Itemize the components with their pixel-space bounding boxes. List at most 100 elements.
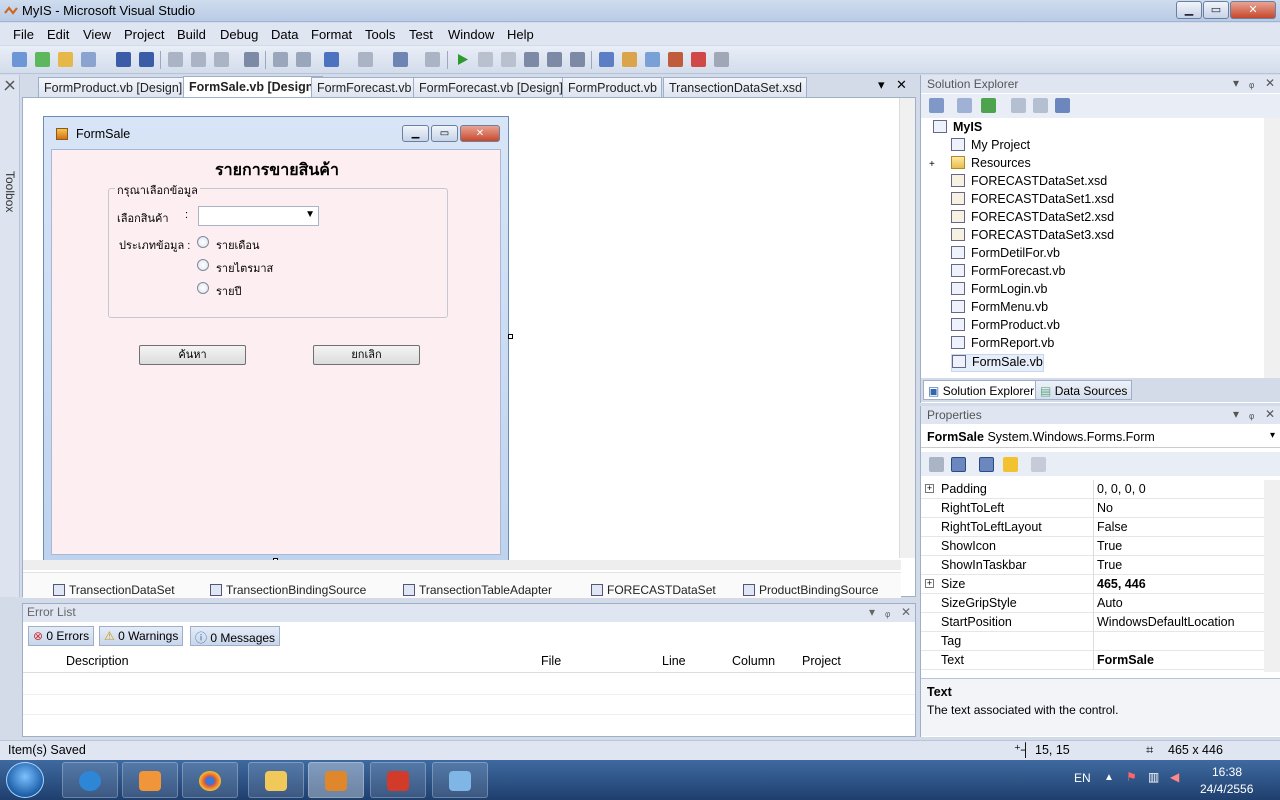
solution-tree-scrollbar[interactable] — [1264, 118, 1280, 378]
copy-icon[interactable] — [191, 52, 206, 67]
tray-item[interactable]: FORECASTDataSet — [591, 583, 716, 597]
chevron-down-icon[interactable]: ▾ — [1270, 430, 1275, 441]
add-item-icon[interactable] — [35, 52, 50, 67]
new-project-icon[interactable] — [12, 52, 27, 67]
property-row[interactable]: + Size 465, 446 — [921, 575, 1265, 594]
errors-filter-button[interactable]: ⊗ 0 Errors — [28, 626, 95, 646]
toolbox-strip[interactable]: Toolbox — [0, 75, 20, 597]
property-value[interactable]: Auto — [1097, 596, 1123, 610]
cancel-button[interactable]: ยกเลิก — [313, 345, 420, 365]
expand-icon[interactable]: + — [925, 484, 934, 493]
start-debugging-icon[interactable] — [455, 52, 470, 67]
tab-dropdown-icon[interactable]: ▾ — [878, 77, 885, 93]
navigate-forward-icon[interactable] — [425, 52, 440, 67]
refresh-icon[interactable] — [981, 98, 996, 113]
view-designer-icon[interactable] — [1033, 98, 1048, 113]
property-value[interactable]: False — [1097, 520, 1128, 534]
expand-icon[interactable]: + — [929, 159, 939, 170]
undo-icon[interactable] — [324, 52, 339, 67]
error-list-icon[interactable] — [691, 52, 706, 67]
clock-time[interactable]: 16:38 — [1212, 765, 1242, 779]
tray-item[interactable]: TransectionBindingSource — [210, 583, 366, 597]
form-heading[interactable]: รายการขายสินค้า — [52, 158, 502, 183]
data-type-label[interactable]: ประเภทข้อมูล : — [119, 236, 190, 254]
property-value[interactable]: True — [1097, 558, 1122, 572]
messages-filter-button[interactable]: ⓘ 0 Messages — [190, 626, 281, 646]
tab-formsale-design[interactable]: FormSale.vb [Design] — [183, 76, 323, 97]
solution-explorer-icon[interactable] — [599, 52, 614, 67]
show-all-files-icon[interactable] — [957, 98, 972, 113]
cut-icon[interactable] — [168, 52, 183, 67]
search-button[interactable]: ค้นหา — [139, 345, 246, 365]
media-player-taskbar-button[interactable] — [122, 762, 178, 798]
pane-dropdown-icon[interactable]: ▾ — [1233, 407, 1239, 421]
tab-formproduct-code[interactable]: FormProduct.vb — [562, 77, 662, 97]
menu-test[interactable]: Test — [409, 27, 433, 42]
open-file-icon[interactable] — [58, 52, 73, 67]
property-row[interactable]: StartPosition WindowsDefaultLocation — [921, 613, 1265, 632]
paste-icon[interactable] — [214, 52, 229, 67]
navigate-backward-icon[interactable] — [393, 52, 408, 67]
tree-item[interactable]: FORECASTDataSet3.xsd — [951, 228, 1114, 246]
tree-item[interactable]: FORECASTDataSet.xsd — [951, 174, 1107, 192]
warnings-filter-button[interactable]: ⚠ 0 Warnings — [99, 626, 184, 646]
pane-dropdown-icon[interactable]: ▾ — [1233, 76, 1239, 90]
menu-project[interactable]: Project — [124, 27, 164, 42]
menu-format[interactable]: Format — [311, 27, 352, 42]
tray-item[interactable]: TransectionTableAdapter — [403, 583, 552, 597]
object-browser-icon[interactable] — [645, 52, 660, 67]
tab-formproduct-design[interactable]: FormProduct.vb [Design] — [38, 77, 188, 97]
menu-help[interactable]: Help — [507, 27, 534, 42]
clock-date[interactable]: 24/4/2556 — [1200, 782, 1253, 796]
pin-icon[interactable]: ᵩ — [885, 605, 890, 619]
tree-item[interactable]: My Project — [951, 138, 1030, 156]
minimize-button[interactable]: ▁ — [1176, 1, 1202, 19]
radio-monthly[interactable] — [197, 236, 209, 248]
resize-handle-right[interactable] — [508, 334, 513, 339]
tree-item[interactable]: + Resources — [929, 156, 1031, 174]
property-row[interactable]: ShowInTaskbar True — [921, 556, 1265, 575]
close-button[interactable]: ✕ — [1230, 1, 1276, 19]
property-row[interactable]: RightToLeftLayout False — [921, 518, 1265, 537]
menu-build[interactable]: Build — [177, 27, 206, 42]
tree-item[interactable]: FormReport.vb — [951, 336, 1054, 354]
property-value[interactable]: 0, 0, 0, 0 — [1097, 482, 1146, 496]
designer-surface[interactable]: FormSale ▁ ▭ ✕ รายการขายสินค้า กรุณาเลือ… — [22, 97, 916, 598]
pin-icon[interactable]: ᵩ — [1249, 76, 1254, 90]
property-row[interactable]: Text FormSale — [921, 651, 1265, 670]
form-client-area[interactable]: รายการขายสินค้า กรุณาเลือกข้อมูล เลือกสิ… — [51, 149, 501, 555]
close-pane-icon[interactable]: ✕ — [901, 605, 911, 619]
pane-dropdown-icon[interactable]: ▾ — [869, 605, 875, 619]
menu-debug[interactable]: Debug — [220, 27, 258, 42]
comment-icon[interactable] — [273, 52, 288, 67]
tree-item[interactable]: FormLogin.vb — [951, 282, 1047, 300]
explorer-taskbar-button[interactable] — [248, 762, 304, 798]
tree-item[interactable]: FORECASTDataSet2.xsd — [951, 210, 1114, 228]
view-code-icon[interactable] — [1011, 98, 1026, 113]
class-diagram-icon[interactable] — [1055, 98, 1070, 113]
property-row[interactable]: SizeGripStyle Auto — [921, 594, 1265, 613]
tree-item[interactable]: FormDetilFor.vb — [951, 246, 1060, 264]
designer-horizontal-scrollbar[interactable] — [23, 560, 901, 570]
tree-root-myis[interactable]: MyIS — [933, 120, 982, 138]
maximize-button[interactable]: ▭ — [1203, 1, 1229, 19]
action-center-icon[interactable]: ⚑ — [1126, 770, 1137, 784]
property-value[interactable]: No — [1097, 501, 1113, 515]
tab-data-sources[interactable]: ▤ Data Sources — [1035, 380, 1133, 400]
categorized-icon[interactable] — [929, 457, 944, 472]
property-value[interactable]: FormSale — [1097, 653, 1154, 667]
step-out-icon[interactable] — [570, 52, 585, 67]
radio-yearly[interactable] — [197, 282, 209, 294]
column-column[interactable]: Column — [732, 654, 775, 668]
close-tab-icon[interactable]: ✕ — [896, 77, 907, 93]
chrome-taskbar-button[interactable] — [182, 762, 238, 798]
menu-tools[interactable]: Tools — [365, 27, 395, 42]
tree-item-selected[interactable]: FormSale.vb — [951, 354, 1044, 372]
product-combobox[interactable]: ▼ — [198, 206, 319, 226]
add-new-item-icon[interactable] — [81, 52, 96, 67]
close-pane-icon[interactable]: ✕ — [1265, 407, 1275, 421]
pause-icon[interactable] — [478, 52, 493, 67]
save-icon[interactable] — [116, 52, 131, 67]
show-hidden-icons-icon[interactable]: ▲ — [1104, 772, 1114, 783]
menu-edit[interactable]: Edit — [47, 27, 69, 42]
